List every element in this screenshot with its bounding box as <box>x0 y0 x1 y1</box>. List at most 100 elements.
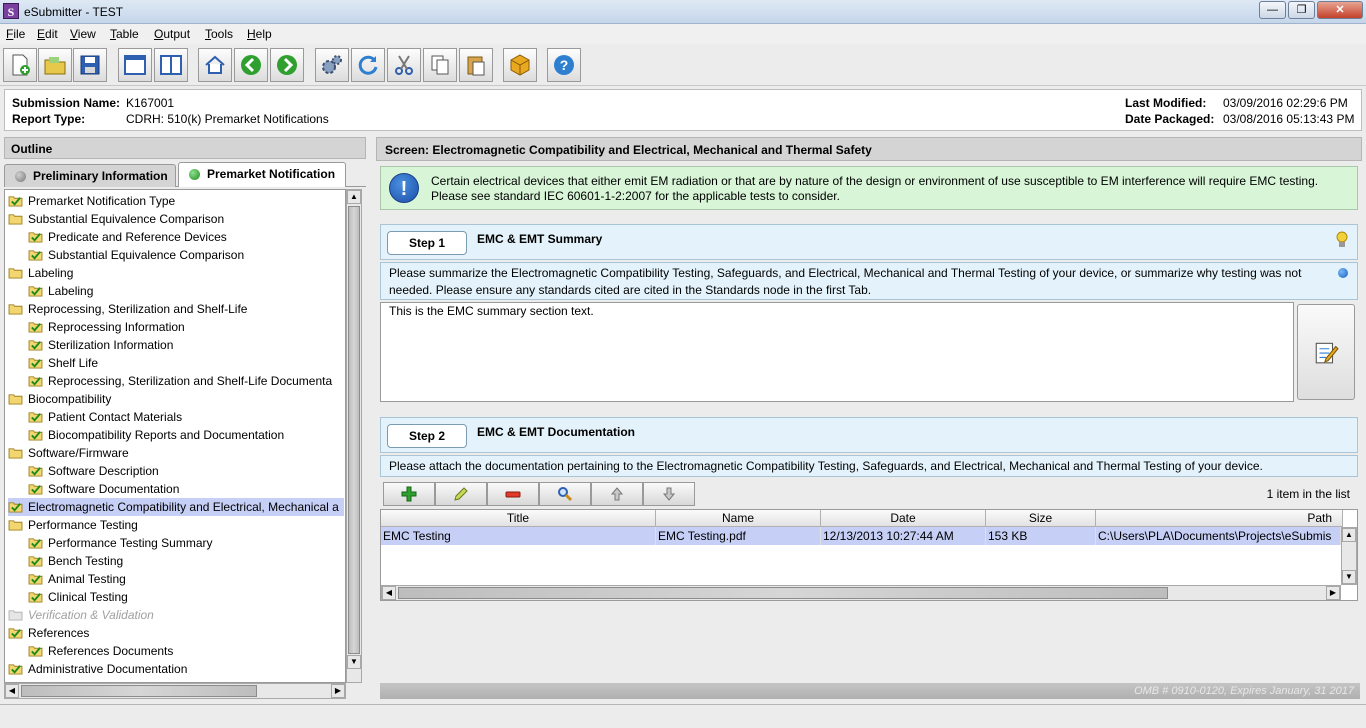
tree-item[interactable]: Bench Testing <box>28 552 344 570</box>
tree-item[interactable]: Electromagnetic Compatibility and Electr… <box>8 498 344 516</box>
tree-item[interactable]: Shelf Life <box>28 354 344 372</box>
scroll-right-icon[interactable]: ▶ <box>331 684 345 698</box>
column-header-date[interactable]: Date <box>821 510 986 527</box>
scroll-up-icon[interactable]: ▲ <box>347 190 361 204</box>
folder-icon <box>8 214 23 225</box>
checked-folder-icon <box>28 340 43 351</box>
save-button[interactable] <box>73 48 107 82</box>
new-document-button[interactable] <box>3 48 37 82</box>
move-up-button[interactable] <box>591 482 643 506</box>
tree-item[interactable]: Reprocessing, Sterilization and Shelf-Li… <box>8 300 344 318</box>
split-view-button[interactable] <box>154 48 188 82</box>
scroll-thumb[interactable] <box>348 206 360 654</box>
tree-item[interactable]: Predicate and Reference Devices <box>28 228 344 246</box>
refresh-button[interactable] <box>351 48 385 82</box>
tree-item[interactable]: Verification & Validation <box>8 606 344 624</box>
menu-file[interactable]: File <box>6 27 25 41</box>
column-header-title[interactable]: Title <box>381 510 656 527</box>
checked-folder-icon <box>28 646 43 657</box>
menu-help[interactable]: Help <box>247 27 272 41</box>
tab-preliminary-information[interactable]: Preliminary Information <box>4 164 176 187</box>
column-header-name[interactable]: Name <box>656 510 821 527</box>
table-horizontal-scrollbar[interactable]: ◀ ▶ <box>381 585 1341 600</box>
tree-item[interactable]: Labeling <box>8 264 344 282</box>
forward-button[interactable] <box>270 48 304 82</box>
add-document-button[interactable] <box>383 482 435 506</box>
column-header-size[interactable]: Size <box>986 510 1096 527</box>
tree-item[interactable]: Reprocessing Information <box>28 318 344 336</box>
scroll-down-icon[interactable]: ▼ <box>1342 570 1356 584</box>
menu-edit[interactable]: Edit <box>37 27 58 41</box>
outline-tree: Premarket Notification Type Substantial E… <box>4 189 346 683</box>
tree-item[interactable]: Substantial Equivalence Comparison <box>28 246 344 264</box>
tree-item[interactable]: Administrative Documentation <box>8 660 344 678</box>
tree-item-label: Sterilization Information <box>48 338 174 352</box>
tree-item[interactable]: Clinical Testing <box>28 588 344 606</box>
tree-item[interactable]: Labeling <box>28 282 344 300</box>
svg-text:?: ? <box>560 57 569 73</box>
menu-output[interactable]: Output <box>154 27 190 41</box>
scroll-up-icon[interactable]: ▲ <box>1342 528 1356 542</box>
tree-item-label: Reprocessing, Sterilization and Shelf-Li… <box>48 374 333 388</box>
save-disk-icon <box>80 55 100 75</box>
table-row[interactable]: EMC Testing EMC Testing.pdf 12/13/2013 1… <box>381 527 1341 545</box>
edit-text-button[interactable] <box>1297 304 1355 400</box>
scroll-left-icon[interactable]: ◀ <box>382 586 396 600</box>
cut-button[interactable] <box>387 48 421 82</box>
tree-item[interactable]: Biocompatibility <box>8 390 344 408</box>
open-button[interactable] <box>38 48 72 82</box>
settings-button[interactable] <box>315 48 349 82</box>
home-button[interactable] <box>198 48 232 82</box>
remove-document-button[interactable] <box>487 482 539 506</box>
edit-document-button[interactable] <box>435 482 487 506</box>
tree-item[interactable]: References Documents <box>28 642 344 660</box>
tree-item[interactable]: Biocompatibility Reports and Documentati… <box>28 426 344 444</box>
help-button[interactable]: ? <box>547 48 581 82</box>
paste-button[interactable] <box>459 48 493 82</box>
view-document-button[interactable] <box>539 482 591 506</box>
tab-premarket-notification[interactable]: Premarket Notification <box>178 162 346 187</box>
window-button[interactable] <box>118 48 152 82</box>
folder-icon <box>8 520 23 531</box>
copy-button[interactable] <box>423 48 457 82</box>
tree-item[interactable]: Sterilization Information <box>28 336 344 354</box>
pencil-icon <box>454 487 468 501</box>
checked-folder-icon <box>8 196 23 207</box>
outline-vertical-scrollbar[interactable]: ▲ ▼ <box>346 189 362 683</box>
lightbulb-icon[interactable] <box>1335 231 1349 249</box>
tree-item[interactable]: Substantial Equivalence Comparison <box>8 210 344 228</box>
scroll-right-icon[interactable]: ▶ <box>1326 586 1340 600</box>
table-vertical-scrollbar[interactable]: ▲ ▼ <box>1341 527 1357 585</box>
tree-item[interactable]: Software Documentation <box>28 480 344 498</box>
column-header-path[interactable]: Path <box>1096 510 1343 527</box>
tree-item[interactable]: Premarket Notification Type <box>8 192 344 210</box>
move-down-button[interactable] <box>643 482 695 506</box>
menu-tools[interactable]: Tools <box>205 27 233 41</box>
menu-bar: File Edit View Table Output Tools Help <box>0 24 1366 44</box>
minimize-button[interactable]: — <box>1259 1 1286 19</box>
scroll-down-icon[interactable]: ▼ <box>347 655 361 669</box>
maximize-button[interactable]: ❐ <box>1288 1 1315 19</box>
tree-item[interactable]: Reprocessing, Sterilization and Shelf-Li… <box>28 372 344 390</box>
scroll-thumb[interactable] <box>398 587 1168 599</box>
settings-gears-icon <box>322 55 342 74</box>
tree-item[interactable]: Software/Firmware <box>8 444 344 462</box>
step2-label: Step 2 <box>387 424 467 448</box>
close-button[interactable]: ✕ <box>1317 1 1363 19</box>
tree-item[interactable]: Performance Testing <box>8 516 344 534</box>
tree-item[interactable]: Software Description <box>28 462 344 480</box>
copy-icon <box>431 55 449 75</box>
tree-item[interactable]: Animal Testing <box>28 570 344 588</box>
tree-item[interactable]: References <box>8 624 344 642</box>
tab-label: Premarket Notification <box>207 167 336 181</box>
emc-summary-textarea[interactable]: This is the EMC summary section text. <box>380 302 1294 402</box>
tree-item[interactable]: Performance Testing Summary <box>28 534 344 552</box>
back-button[interactable] <box>234 48 268 82</box>
package-button[interactable] <box>503 48 537 82</box>
scroll-left-icon[interactable]: ◀ <box>5 684 19 698</box>
tree-item[interactable]: Patient Contact Materials <box>28 408 344 426</box>
outline-horizontal-scrollbar[interactable]: ◀ ▶ <box>4 683 346 699</box>
menu-view[interactable]: View <box>70 27 96 41</box>
menu-table[interactable]: Table <box>110 27 139 41</box>
scroll-thumb[interactable] <box>21 685 257 697</box>
